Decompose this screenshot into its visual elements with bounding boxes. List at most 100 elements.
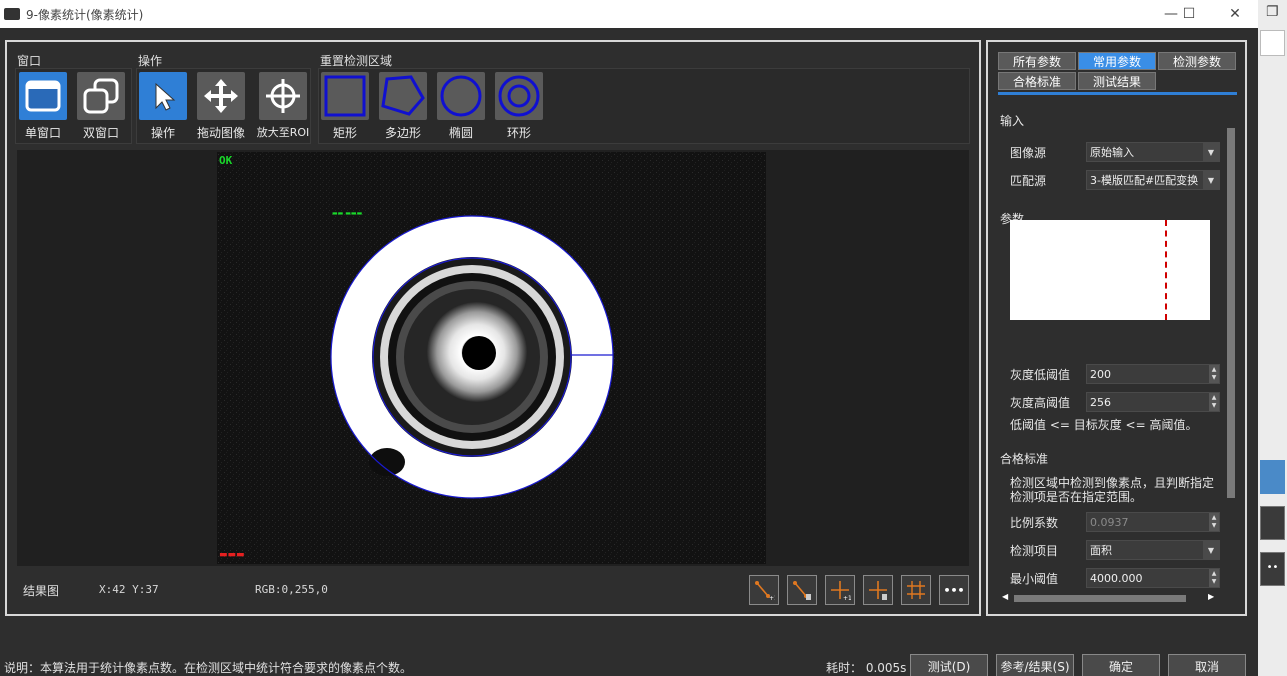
app-icon — [4, 8, 20, 20]
close-button[interactable]: ✕ — [1212, 0, 1258, 28]
background-button — [1260, 460, 1285, 494]
rectangle-icon — [321, 72, 369, 120]
ring-icon — [495, 72, 543, 120]
parameter-panel: 所有参数 常用参数 检测参数 合格标准 测试结果 输入 图像源 原始输入 ▼ 匹… — [986, 40, 1247, 616]
maximize-button[interactable]: ☐ — [1166, 0, 1212, 28]
ratio-label: 比例系数 — [1010, 516, 1059, 530]
dual-window-icon — [77, 72, 125, 120]
threshold-note: 低阈值 <= 目标灰度 <= 高阈值。 — [1010, 418, 1198, 432]
delete-line-button[interactable] — [787, 575, 817, 605]
tab-all-params[interactable]: 所有参数 — [998, 52, 1076, 70]
match-source-value: 3-模版匹配#匹配变换 — [1090, 174, 1199, 187]
operation-group-label: 操作 — [138, 54, 163, 68]
min-threshold-value: 4000.000 — [1090, 571, 1143, 585]
add-crosshair-button[interactable]: +1 — [825, 575, 855, 605]
polygon-roi-label: 多边形 — [384, 126, 421, 140]
single-window-label: 单窗口 — [24, 126, 61, 140]
background-panel — [1260, 506, 1285, 540]
ring-inspection-image — [217, 152, 766, 564]
ratio-input: 0.0937 ▲ ▼ — [1086, 512, 1220, 532]
tab-criteria[interactable]: 合格标准 — [998, 72, 1076, 90]
grid-button[interactable] — [901, 575, 931, 605]
reference-result-button[interactable]: 参考/结果(S) — [996, 654, 1074, 676]
ellipse-roi-button[interactable]: 椭圆 — [435, 72, 487, 142]
operate-button[interactable]: 操作 — [137, 72, 189, 142]
cursor-coordinates: X:42 Y:37 — [99, 583, 159, 596]
scroll-right-icon[interactable]: ▶ — [1208, 592, 1214, 601]
more-options-button[interactable]: ••• — [939, 575, 969, 605]
image-viewer[interactable]: OK ▬▬ ▬▬▬ ▬▬▬ — [17, 150, 969, 566]
confirm-button[interactable]: 确定 — [1082, 654, 1160, 676]
image-source-value: 原始输入 — [1090, 146, 1134, 159]
scroll-left-icon[interactable]: ◀ — [1002, 592, 1008, 601]
cursor-icon — [139, 72, 187, 120]
ring-roi-button[interactable]: 环形 — [493, 72, 545, 142]
svg-text:+1: +1 — [843, 595, 851, 601]
test-button[interactable]: 测试(D) — [910, 654, 988, 676]
gray-high-input[interactable]: 256 ▲ ▼ — [1086, 392, 1220, 412]
background-window-strip: ❐ •• — [1258, 0, 1287, 676]
gray-high-label: 灰度高阈值 — [1010, 396, 1071, 410]
drag-image-button[interactable]: 拖动图像 — [195, 72, 247, 142]
tab-underline — [998, 92, 1237, 95]
add-line-button[interactable]: +1 — [749, 575, 779, 605]
ellipse-roi-label: 椭圆 — [448, 126, 473, 140]
pixel-rgb-value: RGB:0,255,0 — [255, 583, 328, 596]
image-panel: 窗口 操作 重置检测区域 单窗口 双窗口 操作 拖动图像 放大至ROI 矩形 多… — [5, 40, 981, 616]
gray-low-value: 200 — [1090, 367, 1111, 381]
result-image[interactable]: OK ▬▬ ▬▬▬ ▬▬▬ — [217, 152, 766, 564]
match-source-label: 匹配源 — [1010, 174, 1047, 188]
polygon-icon — [379, 72, 427, 120]
min-threshold-input[interactable]: 4000.000 ▲ ▼ — [1086, 568, 1220, 588]
detect-item-select[interactable]: 面积 ▼ — [1086, 540, 1220, 560]
params-scroll-area[interactable]: 输入 图像源 原始输入 ▼ 匹配源 3-模版匹配#匹配变换 ▼ 参数 灰度低阈值… — [996, 110, 1224, 590]
gray-histogram[interactable] — [1010, 220, 1210, 320]
zoom-roi-button[interactable]: 放大至ROI — [253, 72, 313, 142]
line-delete-icon — [793, 581, 811, 600]
vertical-scroll-thumb[interactable] — [1227, 128, 1235, 498]
ok-status-label: OK — [219, 154, 233, 167]
crosshair-delete-icon — [869, 581, 887, 600]
background-field — [1260, 30, 1285, 56]
algorithm-description: 说明：本算法用于统计像素点数。在检测区域中统计符合要求的像素点个数。 — [4, 661, 413, 675]
min-threshold-label: 最小阈值 — [1010, 572, 1059, 586]
rect-roi-label: 矩形 — [332, 126, 357, 140]
grid-icon — [907, 581, 925, 599]
chevron-down-icon: ▼ — [1203, 171, 1219, 189]
tab-common-params[interactable]: 常用参数 — [1078, 52, 1156, 70]
horizontal-scrollbar[interactable]: ◀ ▶ — [1002, 592, 1214, 604]
detect-item-label: 检测项目 — [1010, 544, 1059, 558]
title-bar: 9-像素统计(像素统计) — ☐ ✕ — [0, 0, 1258, 28]
polygon-roi-button[interactable]: 多边形 — [377, 72, 429, 142]
tab-detect-params[interactable]: 检测参数 — [1158, 52, 1236, 70]
window-title: 9-像素统计(像素统计) — [26, 7, 144, 22]
criteria-section-title: 合格标准 — [1000, 452, 1049, 466]
single-window-button[interactable]: 单窗口 — [17, 72, 69, 142]
chevron-down-icon: ▼ — [1203, 143, 1219, 161]
result-image-label: 结果图 — [23, 584, 60, 598]
spinner-icon[interactable]: ▲ ▼ — [1209, 393, 1219, 411]
horizontal-scroll-thumb[interactable] — [1014, 595, 1186, 602]
spinner-icon[interactable]: ▲ ▼ — [1209, 365, 1219, 383]
vertical-scrollbar[interactable] — [1226, 116, 1236, 586]
operate-label: 操作 — [150, 126, 175, 140]
dual-window-label: 双窗口 — [82, 126, 119, 140]
cancel-button[interactable]: 取消 — [1168, 654, 1246, 676]
image-source-select[interactable]: 原始输入 ▼ — [1086, 142, 1220, 162]
window-group-label: 窗口 — [17, 54, 42, 68]
gray-low-input[interactable]: 200 ▲ ▼ — [1086, 364, 1220, 384]
spinner-icon: ▲ ▼ — [1209, 513, 1219, 531]
ring-roi-label: 环形 — [506, 126, 531, 140]
tab-test-results[interactable]: 测试结果 — [1078, 72, 1156, 90]
gray-high-value: 256 — [1090, 395, 1111, 409]
match-source-select[interactable]: 3-模版匹配#匹配变换 ▼ — [1086, 170, 1220, 190]
spinner-icon[interactable]: ▲ ▼ — [1209, 569, 1219, 587]
red-annotation: ▬▬▬ — [219, 550, 245, 560]
rect-roi-button[interactable]: 矩形 — [319, 72, 371, 142]
green-annotation: ▬▬ ▬▬▬ — [332, 210, 363, 217]
dual-window-button[interactable]: 双窗口 — [75, 72, 127, 142]
threshold-marker[interactable] — [1165, 220, 1167, 320]
input-section-title: 输入 — [1000, 114, 1025, 128]
delete-crosshair-button[interactable] — [863, 575, 893, 605]
detect-item-value: 面积 — [1090, 544, 1112, 557]
